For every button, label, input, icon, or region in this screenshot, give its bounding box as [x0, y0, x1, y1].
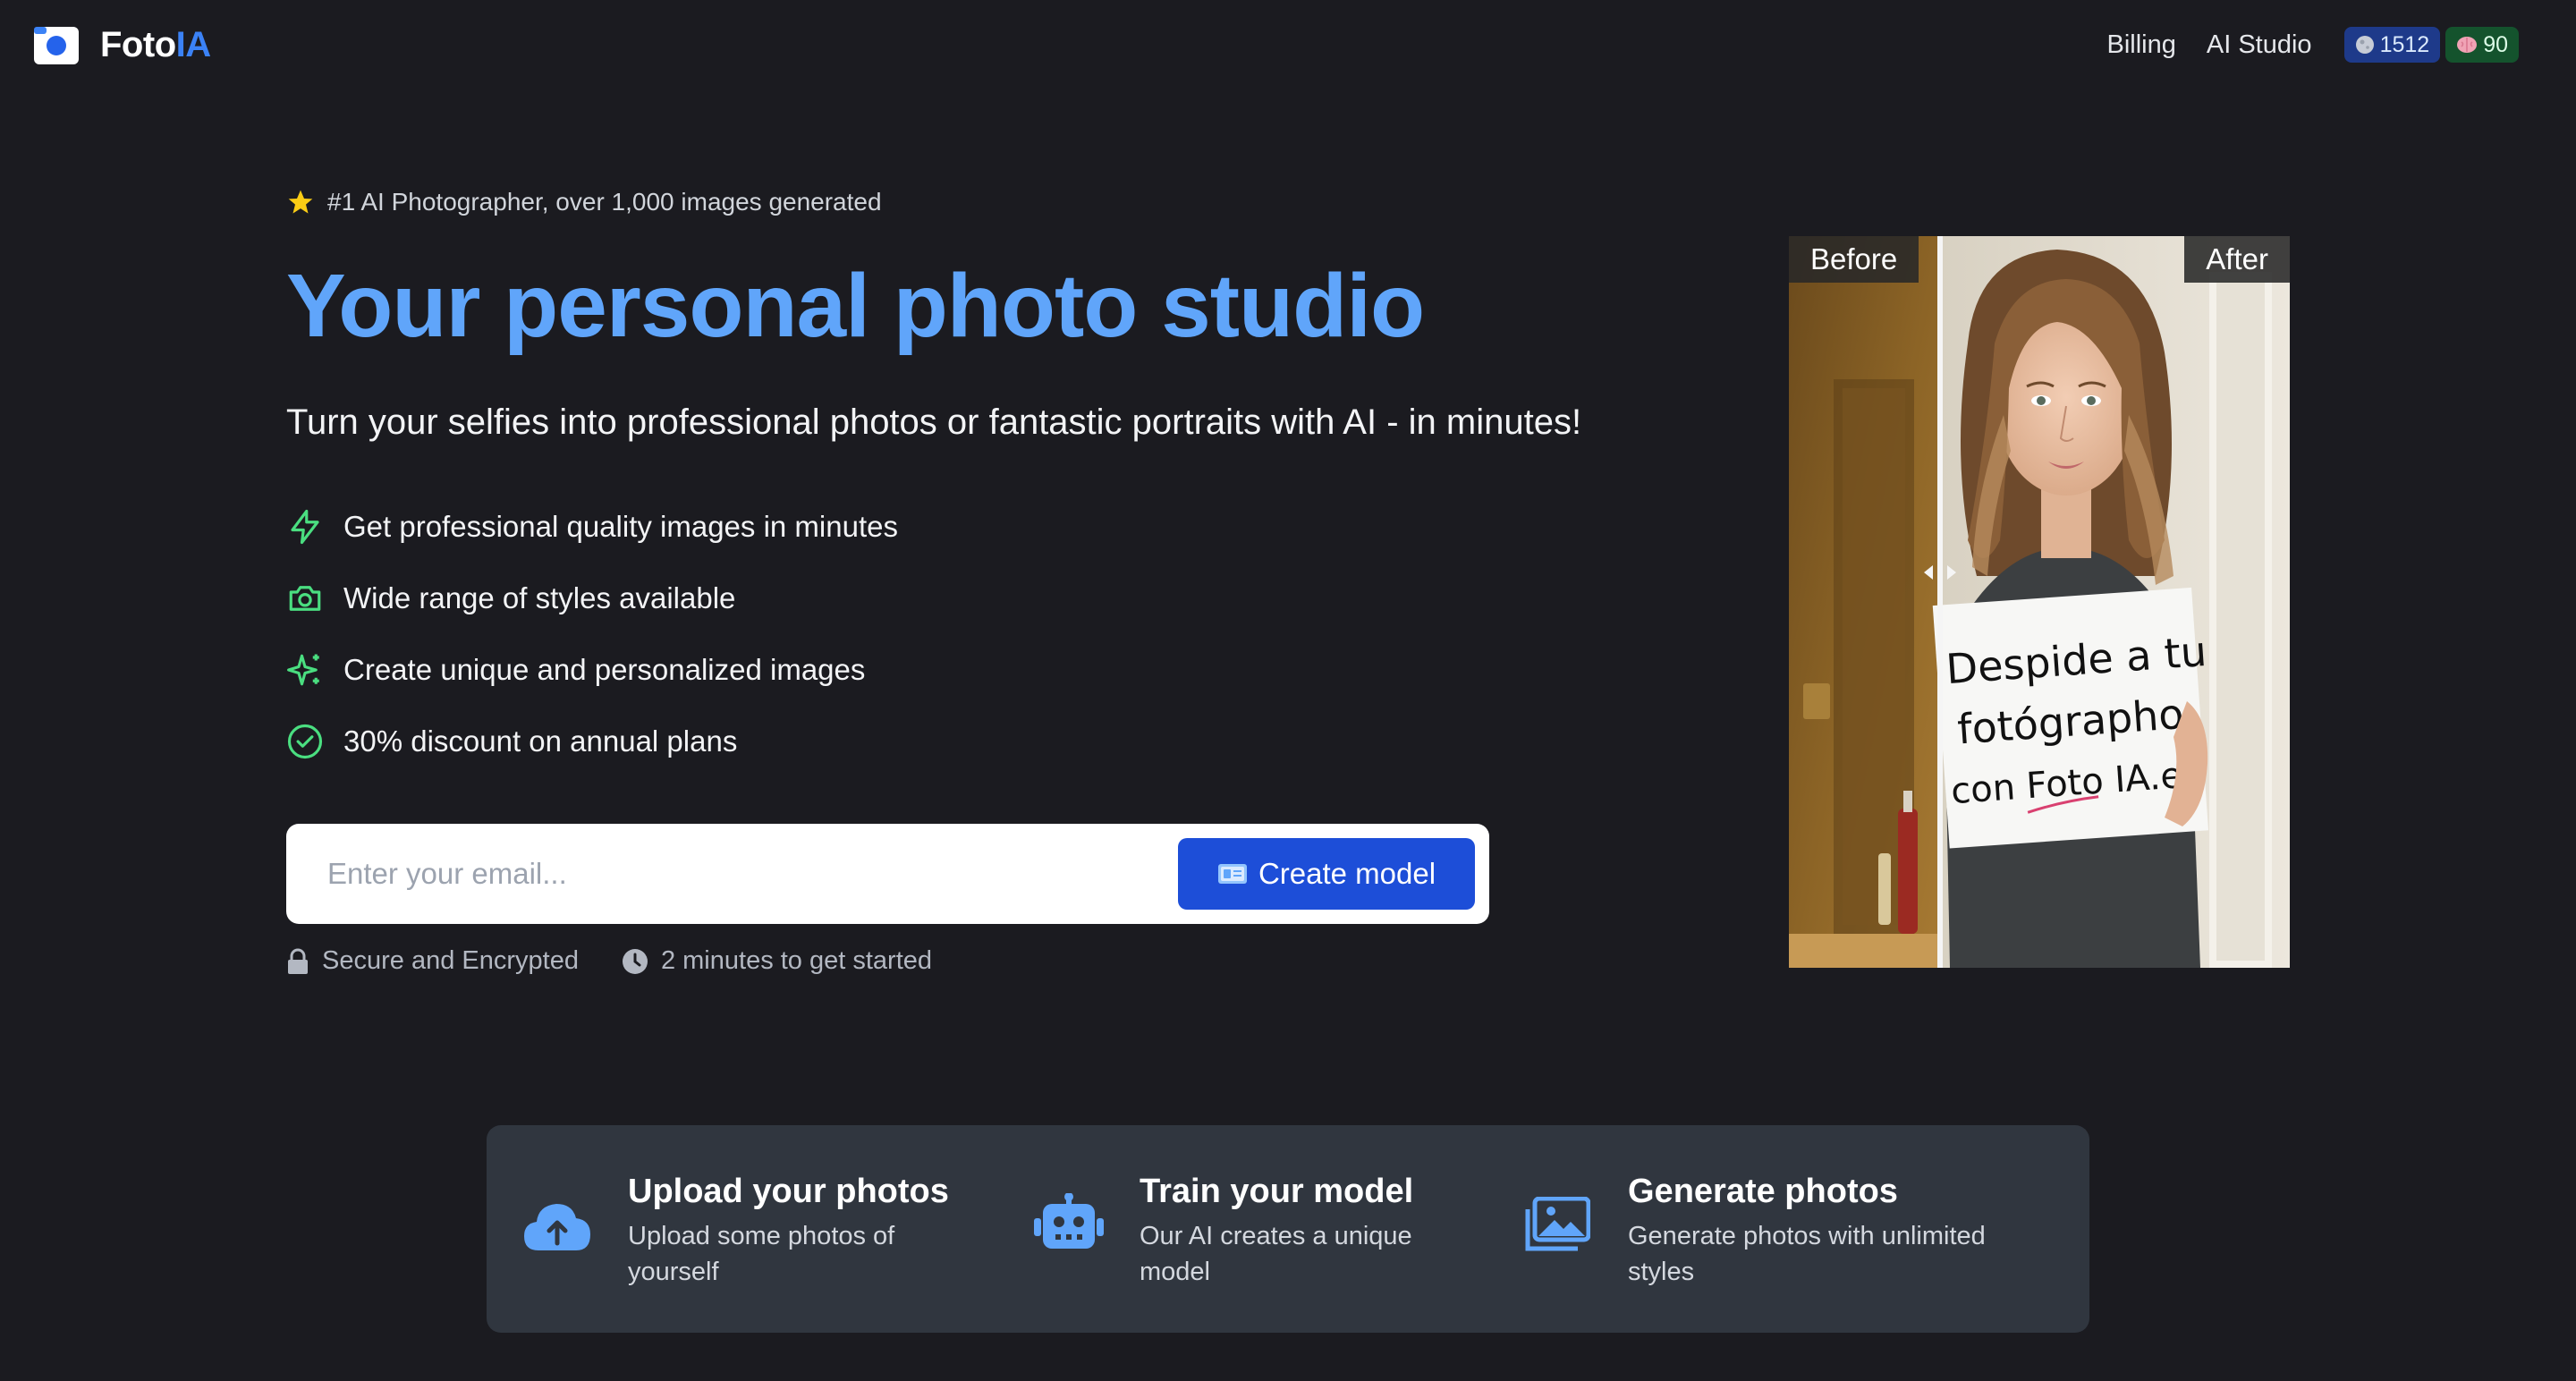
step-generate: Generate photos Generate photos with unl… — [1524, 1125, 2043, 1333]
feature-item: 30% discount on annual plans — [286, 706, 1628, 777]
hero-subtitle: Turn your selfies into professional phot… — [286, 402, 1582, 442]
create-model-label: Create model — [1258, 857, 1436, 890]
nav-billing-link[interactable]: Billing — [2107, 30, 2176, 60]
feature-text: 30% discount on annual plans — [343, 724, 738, 758]
step-title: Upload your photos — [628, 1173, 949, 1210]
after-label: After — [2184, 236, 2290, 283]
star-icon — [288, 190, 313, 214]
cloud-upload-icon — [524, 1204, 590, 1250]
images-icon — [1525, 1197, 1590, 1251]
before-label: Before — [1789, 236, 1919, 283]
models-count: 90 — [2483, 31, 2508, 57]
feature-text: Get professional quality images in minut… — [343, 510, 898, 543]
brand-logo-link[interactable]: FotoIA — [32, 23, 211, 66]
credit-badges: 1512 90 — [2343, 27, 2519, 63]
rating-text: #1 AI Photographer, over 1,000 images ge… — [327, 188, 882, 216]
feature-text: Wide range of styles available — [343, 581, 736, 614]
secure-text: Secure and Encrypted — [322, 946, 579, 975]
lightning-icon — [291, 509, 319, 545]
time-text: 2 minutes to get started — [660, 946, 933, 975]
step-title: Generate photos — [1628, 1173, 1898, 1210]
brand-name: FotoIA — [100, 24, 211, 64]
create-model-button[interactable]: Create model — [1178, 838, 1475, 910]
feature-item: Wide range of styles available — [286, 563, 1628, 634]
step-description: Generate photos with unlimited styles — [1628, 1222, 1986, 1286]
sparkles-icon — [287, 654, 319, 686]
feature-text: Create unique and personalized images — [343, 653, 866, 686]
step-description: Upload some photos of yourself — [628, 1222, 895, 1286]
how-it-works-panel: Upload your photos Upload some photos of… — [487, 1125, 2089, 1333]
email-input[interactable] — [327, 857, 1178, 891]
step-title: Train your model — [1140, 1173, 1414, 1210]
before-after-comparison[interactable]: Despide a tu fotógrapho con Foto IA.es B… — [1789, 236, 2290, 968]
feature-item: Get professional quality images in minut… — [286, 491, 1628, 563]
portrait-comparison-image: Despide a tu fotógrapho con Foto IA.es — [1789, 236, 2290, 968]
robot-icon — [1034, 1193, 1104, 1249]
camera-icon — [289, 586, 321, 611]
comparison-divider — [1937, 236, 1943, 968]
feature-list: Get professional quality images in minut… — [286, 491, 1628, 777]
clock-icon — [622, 948, 648, 974]
rating-line: #1 AI Photographer, over 1,000 images ge… — [286, 188, 1628, 216]
main-nav: Billing AI Studio 1512 90 — [2107, 27, 2519, 63]
feature-item: Create unique and personalized images — [286, 634, 1628, 706]
nav-ai-studio-link[interactable]: AI Studio — [2207, 30, 2312, 60]
step-upload: Upload your photos Upload some photos of… — [522, 1125, 970, 1333]
camera-logo-icon — [34, 27, 79, 64]
brain-icon — [2457, 37, 2478, 53]
hero-title: Your personal photo studio — [286, 256, 1425, 356]
trust-indicators: Secure and Encrypted 2 minutes to get st… — [286, 946, 932, 976]
lock-icon — [288, 948, 308, 974]
id-card-icon — [1217, 864, 1247, 884]
step-description: Our AI creates a unique model — [1140, 1222, 1412, 1286]
check-circle-icon — [287, 724, 323, 759]
time-indicator: 2 minutes to get started — [622, 946, 932, 976]
step-train: Train your model Our AI creates a unique… — [1034, 1125, 1499, 1333]
moon-icon — [2355, 36, 2374, 54]
credits-badge[interactable]: 1512 — [2343, 27, 2441, 63]
secure-indicator: Secure and Encrypted — [286, 946, 579, 976]
hero-section: #1 AI Photographer, over 1,000 images ge… — [286, 188, 1628, 777]
top-navbar: FotoIA Billing AI Studio 1512 90 — [0, 0, 2576, 89]
credits-count: 1512 — [2379, 31, 2430, 57]
models-badge[interactable]: 90 — [2445, 27, 2519, 63]
signup-form: Create model — [286, 824, 1489, 924]
slider-handle[interactable] — [1915, 544, 1965, 601]
